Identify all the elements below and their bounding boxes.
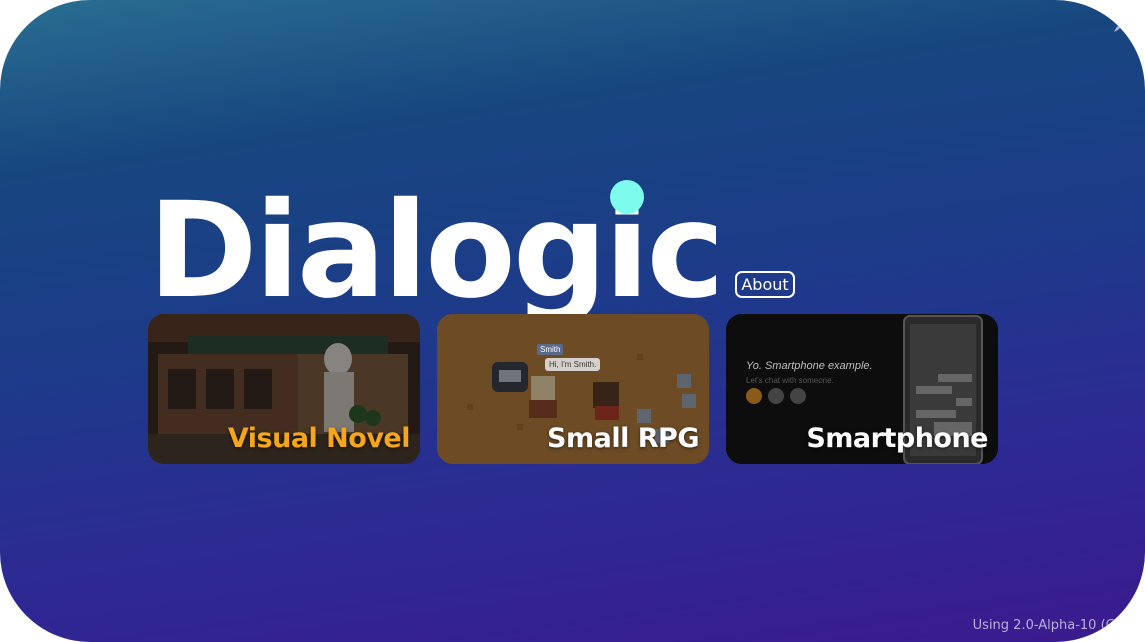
small-rpg-card[interactable]: Smith Hi, I'm Smith. Small RPG [437,314,709,464]
smartphone-card[interactable]: Yo. Smartphone example. Let's chat with … [726,314,998,464]
rpg-speech-bubble: Hi, I'm Smith. [545,358,601,371]
about-button[interactable]: About [735,271,795,298]
small-rpg-label: Small RPG [547,423,699,454]
dialogic-logo: Dialogic [148,178,730,324]
rpg-speaker-tag: Smith [537,344,564,355]
visual-novel-label: Visual Novel [227,423,411,454]
version-footer: Using 2.0-Alpha-10 (Godot [972,618,1145,633]
edit-icon[interactable] [1112,18,1128,34]
smartphone-preview-heading: Yo. Smartphone example. [746,360,873,372]
smartphone-label: Smartphone [806,423,988,454]
logo-accent-dot [610,180,644,214]
visual-novel-card[interactable]: Visual Novel [148,314,420,464]
app-window: Dialogic About Visual Novel Smith Hi, I'… [0,0,1145,642]
smartphone-preview-subheading: Let's chat with someone. [746,376,834,385]
